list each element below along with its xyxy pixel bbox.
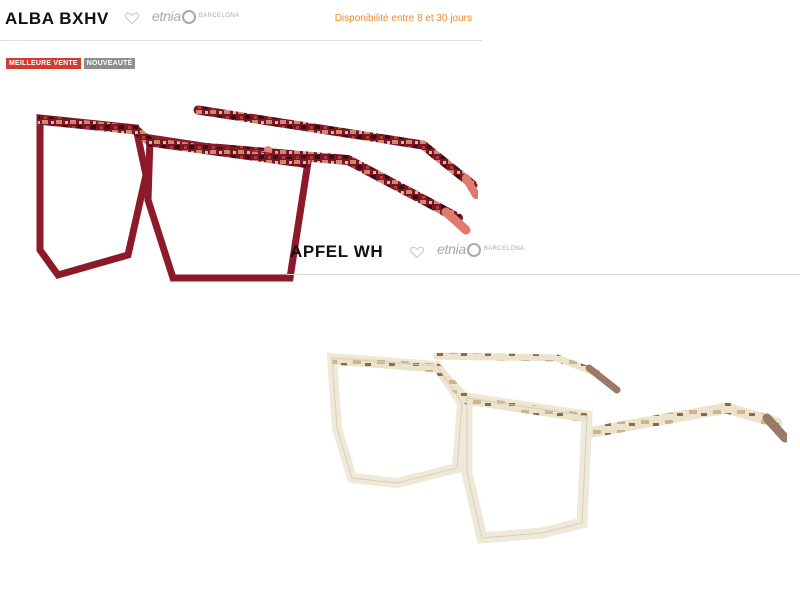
new-badge: NOUVEAUTÉ [83, 58, 136, 69]
brand-circle-mark [466, 243, 481, 257]
etnia-logo-icon: etnia BARCELONA [152, 8, 239, 24]
product-header: ALBA BXHV etnia BARCELONA Disponibilité … [0, 0, 482, 41]
product-title[interactable]: APFEL WH [290, 242, 383, 262]
heart-outline-icon[interactable] [409, 244, 425, 260]
brand-word: etnia [152, 8, 181, 24]
product-image-apfel-wh[interactable] [327, 338, 787, 568]
best-seller-badge: MEILLEURE VENTE [6, 58, 81, 69]
brand-city: BARCELONA [483, 246, 525, 252]
brand-word: etnia [437, 241, 466, 257]
badge-group: MEILLEURE VENTE NOUVEAUTÉ [6, 58, 136, 69]
product-title[interactable]: ALBA BXHV [5, 9, 109, 29]
brand-city: BARCELONA [198, 13, 240, 19]
heart-outline-icon[interactable] [124, 10, 140, 26]
availability-text: Disponibilité entre 8 et 30 jours [334, 13, 472, 24]
etnia-logo-icon: etnia BARCELONA [437, 241, 524, 257]
product-card-apfel-wh[interactable]: APFEL WH etnia BARCELONA [287, 228, 800, 600]
brand-circle-mark [181, 10, 196, 24]
product-header: APFEL WH etnia BARCELONA [287, 228, 800, 275]
